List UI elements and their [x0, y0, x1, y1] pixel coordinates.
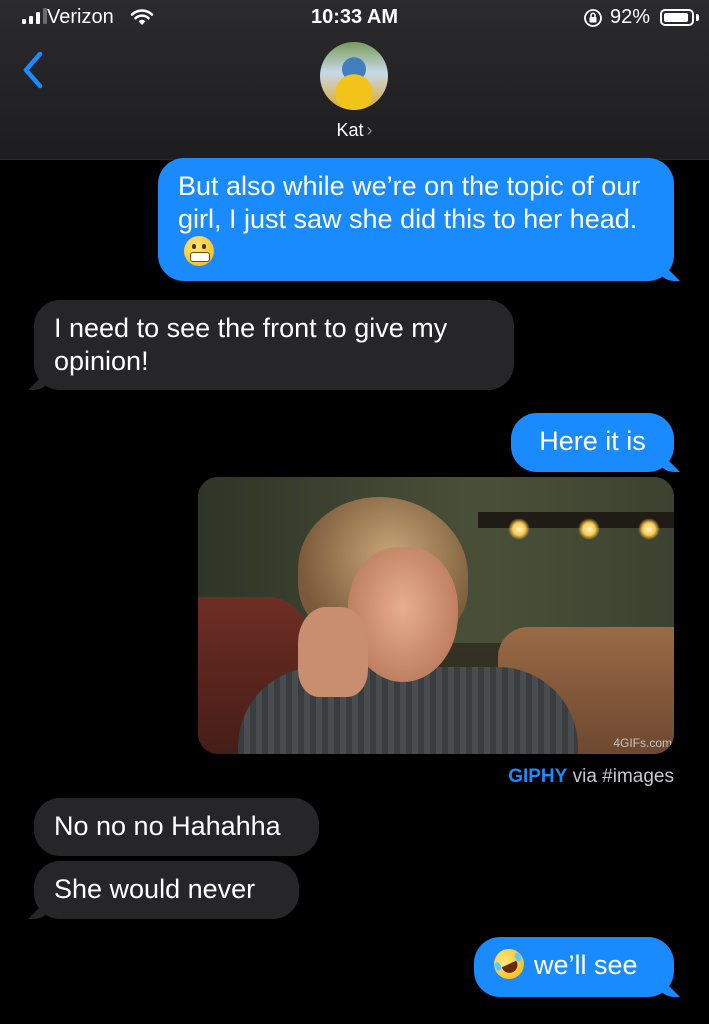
battery-tip: [696, 14, 699, 21]
gif-watermark: 4GIFs.com: [613, 736, 672, 750]
messages-screen: Verizon 10:33 AM 92% Kat › But also whil…: [0, 0, 709, 1024]
battery-percent: 92%: [610, 6, 651, 28]
message-bubble-sent[interactable]: But also while we’re on the topic of our…: [158, 158, 674, 281]
gif-source-via: via #images: [572, 766, 674, 787]
message-bubble-sent[interactable]: Here it is: [511, 413, 674, 472]
giphy-brand: GIPHY: [508, 766, 568, 787]
grimacing-face-icon: [184, 236, 214, 266]
message-bubble-received[interactable]: I need to see the front to give my opini…: [34, 300, 514, 390]
back-chevron-icon[interactable]: [18, 50, 48, 90]
orientation-lock-icon: [584, 9, 602, 27]
chevron-right-icon: ›: [366, 120, 373, 140]
rolling-on-floor-laughing-icon: [489, 944, 529, 984]
battery-icon: [660, 9, 694, 26]
message-text: I need to see the front to give my opini…: [54, 313, 448, 376]
message-text: No no no Hahahha: [54, 811, 281, 841]
gif-person-hand: [298, 607, 368, 697]
message-text: She would never: [54, 874, 256, 904]
message-bubble-received[interactable]: No no no Hahahha: [34, 798, 319, 856]
contact-name: Kat: [336, 120, 364, 140]
gif-source-caption[interactable]: GIPHY via #images: [0, 766, 674, 788]
message-bubble-sent[interactable]: we’ll see: [474, 937, 674, 997]
contact-name-button[interactable]: Kat ›: [0, 120, 709, 141]
status-bar: Verizon 10:33 AM 92%: [0, 0, 709, 36]
message-bubble-received[interactable]: She would never: [34, 861, 299, 919]
message-text: we’ll see: [534, 950, 638, 980]
contact-avatar[interactable]: [320, 42, 388, 110]
message-text: Here it is: [539, 426, 646, 456]
conversation-header: Verizon 10:33 AM 92% Kat ›: [0, 0, 709, 160]
gif-attachment[interactable]: 4GIFs.com: [198, 477, 674, 754]
message-text: But also while we’re on the topic of our…: [178, 171, 641, 234]
gif-shelf: [478, 512, 674, 540]
